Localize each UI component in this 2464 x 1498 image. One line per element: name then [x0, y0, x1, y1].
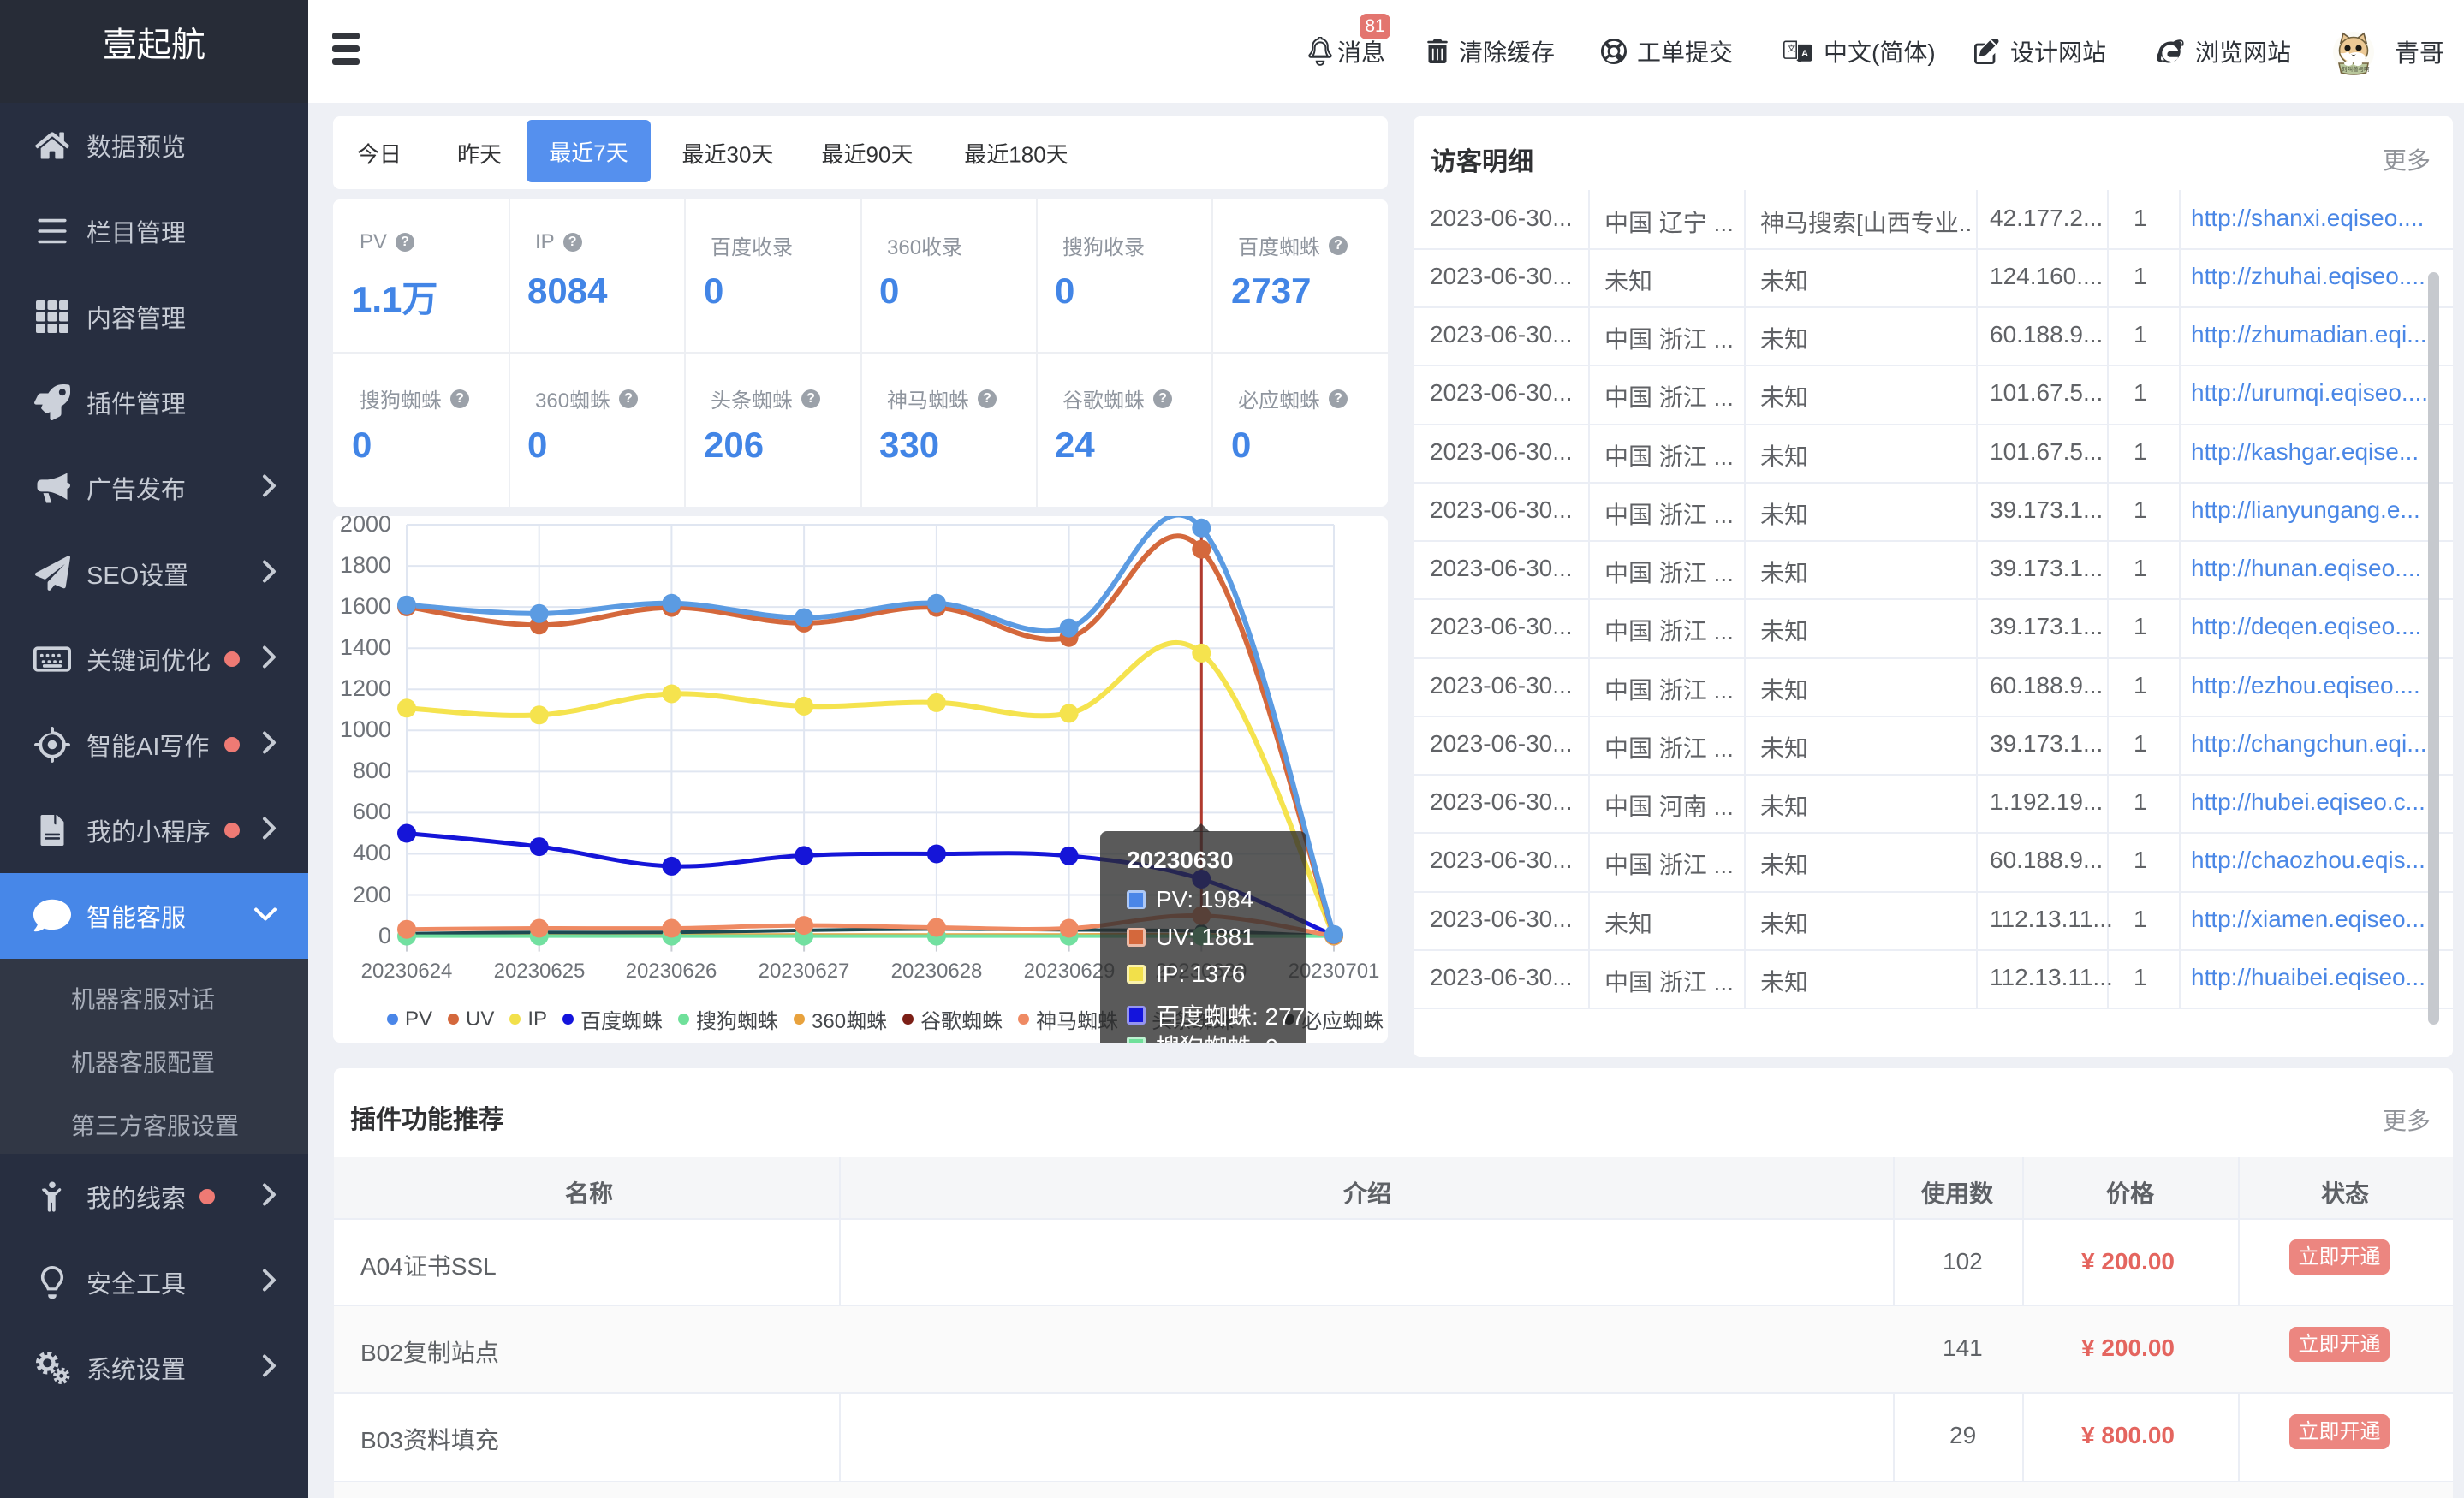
svg-text:A: A [1801, 49, 1808, 59]
svg-text:刘叫兽与啊: 刘叫兽与啊 [2342, 65, 2370, 73]
svg-text:文: 文 [1788, 44, 1796, 54]
